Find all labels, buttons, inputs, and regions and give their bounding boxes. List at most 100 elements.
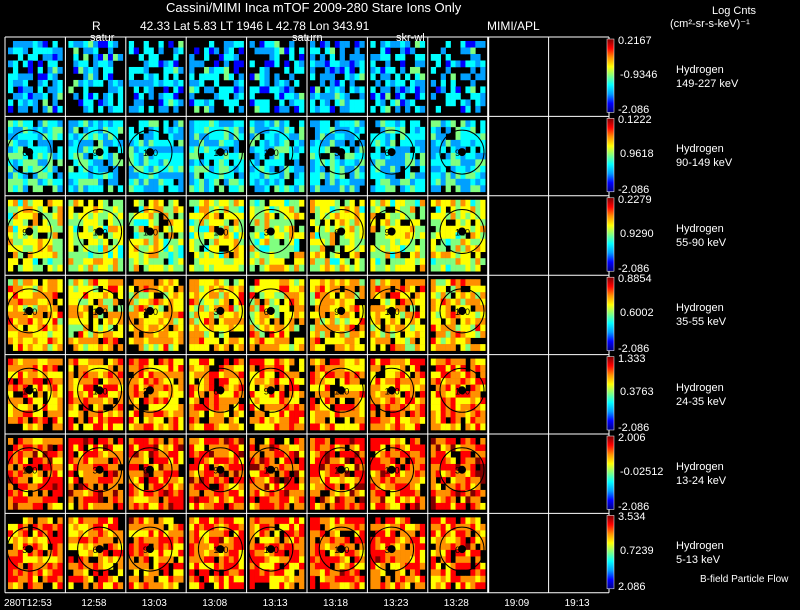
ena-frame: 30 bbox=[128, 359, 184, 431]
ena-frame: 180 bbox=[7, 438, 62, 510]
contour-label: 180 bbox=[334, 545, 349, 555]
ena-frame: 180 bbox=[68, 359, 123, 431]
colorbar-mid-label: 0.6002 bbox=[620, 307, 654, 319]
ena-frame: 120 bbox=[7, 279, 62, 351]
ena-frame: 60 bbox=[370, 120, 426, 192]
time-tick-label: 13:03 bbox=[142, 597, 167, 610]
contour-label: 30 bbox=[143, 386, 153, 396]
contour-label: 120 bbox=[385, 307, 400, 317]
contour-label: 90 bbox=[93, 148, 103, 158]
channel-energy-label: 5-13 keV bbox=[676, 554, 720, 567]
colorbar-mid-label: -0.9346 bbox=[620, 69, 657, 81]
ena-frame: 90 bbox=[370, 200, 426, 272]
contour-label: 150 bbox=[93, 307, 108, 317]
contour-label: 180 bbox=[93, 386, 108, 396]
ena-frame: 60 bbox=[7, 120, 62, 192]
ena-frame: 90 bbox=[189, 438, 244, 510]
contour-label: 120 bbox=[93, 228, 108, 238]
colorbar bbox=[607, 357, 614, 430]
contour-label: 30 bbox=[334, 148, 344, 158]
channel-energy-label: 13-24 keV bbox=[676, 475, 726, 488]
channel-species-label: Hydrogen bbox=[676, 143, 724, 156]
contour-label: 90 bbox=[385, 228, 395, 238]
contour-label: 60 bbox=[385, 148, 395, 158]
ena-frame: 120 bbox=[189, 517, 244, 589]
ena-frame: 60 bbox=[249, 279, 305, 351]
ena-frame: 60 bbox=[68, 517, 123, 589]
colorbar-mid-label: 0.3763 bbox=[620, 386, 654, 398]
ena-frame: 30 bbox=[7, 517, 62, 589]
channel-species-label: Hydrogen bbox=[676, 302, 724, 315]
ena-frame: 120 bbox=[249, 438, 305, 510]
ena-frame: 30 bbox=[68, 438, 123, 510]
ena-frame: 30 bbox=[431, 438, 486, 510]
channel-energy-label: 149-227 keV bbox=[676, 78, 738, 91]
contour-label: 150 bbox=[455, 307, 470, 317]
contour-label: 30 bbox=[213, 307, 223, 317]
contour-label: 150 bbox=[213, 148, 228, 158]
contour-label: 120 bbox=[22, 307, 37, 317]
time-tick-label: 280T12:53 bbox=[4, 597, 52, 610]
ena-frame: 150 bbox=[249, 517, 305, 589]
contour-label: 150 bbox=[334, 466, 349, 476]
ena-frame: 90 bbox=[310, 279, 365, 351]
ena-frame: 150 bbox=[370, 359, 426, 431]
contour-label: 90 bbox=[264, 386, 274, 396]
time-tick-label: 13:13 bbox=[263, 597, 288, 610]
channel-energy-label: 55-90 keV bbox=[676, 237, 726, 250]
channel-species-label: Hydrogen bbox=[676, 382, 724, 395]
colorbar-max-label: 3.534 bbox=[618, 511, 646, 523]
colorbar bbox=[607, 515, 614, 588]
ena-frame: 150 bbox=[7, 359, 62, 431]
contour-label: 60 bbox=[143, 466, 153, 476]
contour-label: 60 bbox=[264, 307, 274, 317]
ena-frame: 90 bbox=[68, 120, 123, 192]
contour-label: 60 bbox=[213, 386, 223, 396]
ena-frame: 90 bbox=[7, 200, 62, 272]
contour-label: 120 bbox=[143, 148, 158, 158]
contour-label: 90 bbox=[334, 307, 344, 317]
ena-frame: 150 bbox=[189, 120, 244, 192]
ena-frame bbox=[431, 41, 486, 113]
ena-frame: 60 bbox=[189, 359, 244, 431]
contour-label: 150 bbox=[385, 386, 400, 396]
ena-frame bbox=[310, 41, 365, 113]
ena-frame: 150 bbox=[431, 279, 486, 351]
contour-label: 120 bbox=[334, 386, 349, 396]
colorbar-max-label: 2.006 bbox=[618, 432, 646, 444]
ena-frame: 60 bbox=[431, 517, 486, 589]
colorbar-max-label: 0.1222 bbox=[618, 114, 652, 126]
contour-label: 30 bbox=[385, 545, 395, 555]
colorbar bbox=[607, 436, 614, 509]
ena-frame: 60 bbox=[128, 438, 184, 510]
colorbar bbox=[607, 198, 614, 271]
ena-frame: 150 bbox=[128, 200, 184, 272]
channel-energy-label: 24-35 keV bbox=[676, 396, 726, 409]
contour-label: 120 bbox=[455, 228, 470, 238]
contour-label: 30 bbox=[264, 228, 274, 238]
ena-frame: 120 bbox=[128, 120, 184, 192]
contour-label: 180 bbox=[143, 307, 158, 317]
contour-label: 180 bbox=[385, 466, 400, 476]
ena-frame: 120 bbox=[310, 359, 365, 431]
contour-label: 60 bbox=[334, 228, 344, 238]
time-tick-label: 13:08 bbox=[202, 597, 227, 610]
ena-frame bbox=[129, 41, 184, 113]
contour-label: 180 bbox=[264, 148, 279, 158]
contour-label: 120 bbox=[264, 466, 279, 476]
channel-species-label: Hydrogen bbox=[676, 461, 724, 474]
time-tick-label: 12:58 bbox=[81, 597, 106, 610]
ena-frame: 180 bbox=[310, 517, 365, 589]
ena-frame: 150 bbox=[68, 279, 123, 351]
ena-frame: 150 bbox=[310, 438, 365, 510]
time-tick-label: 13:23 bbox=[383, 597, 408, 610]
ena-frame: 120 bbox=[370, 279, 426, 351]
colorbar-max-label: 1.333 bbox=[618, 353, 646, 365]
contour-label: 90 bbox=[143, 545, 153, 555]
ena-frame bbox=[68, 41, 123, 113]
colorbar-max-label: 0.8854 bbox=[618, 273, 652, 285]
ena-frame: 30 bbox=[249, 200, 305, 272]
ena-frame: 180 bbox=[249, 120, 305, 192]
time-tick-label: 13:28 bbox=[444, 597, 469, 610]
colorbar bbox=[607, 277, 614, 350]
